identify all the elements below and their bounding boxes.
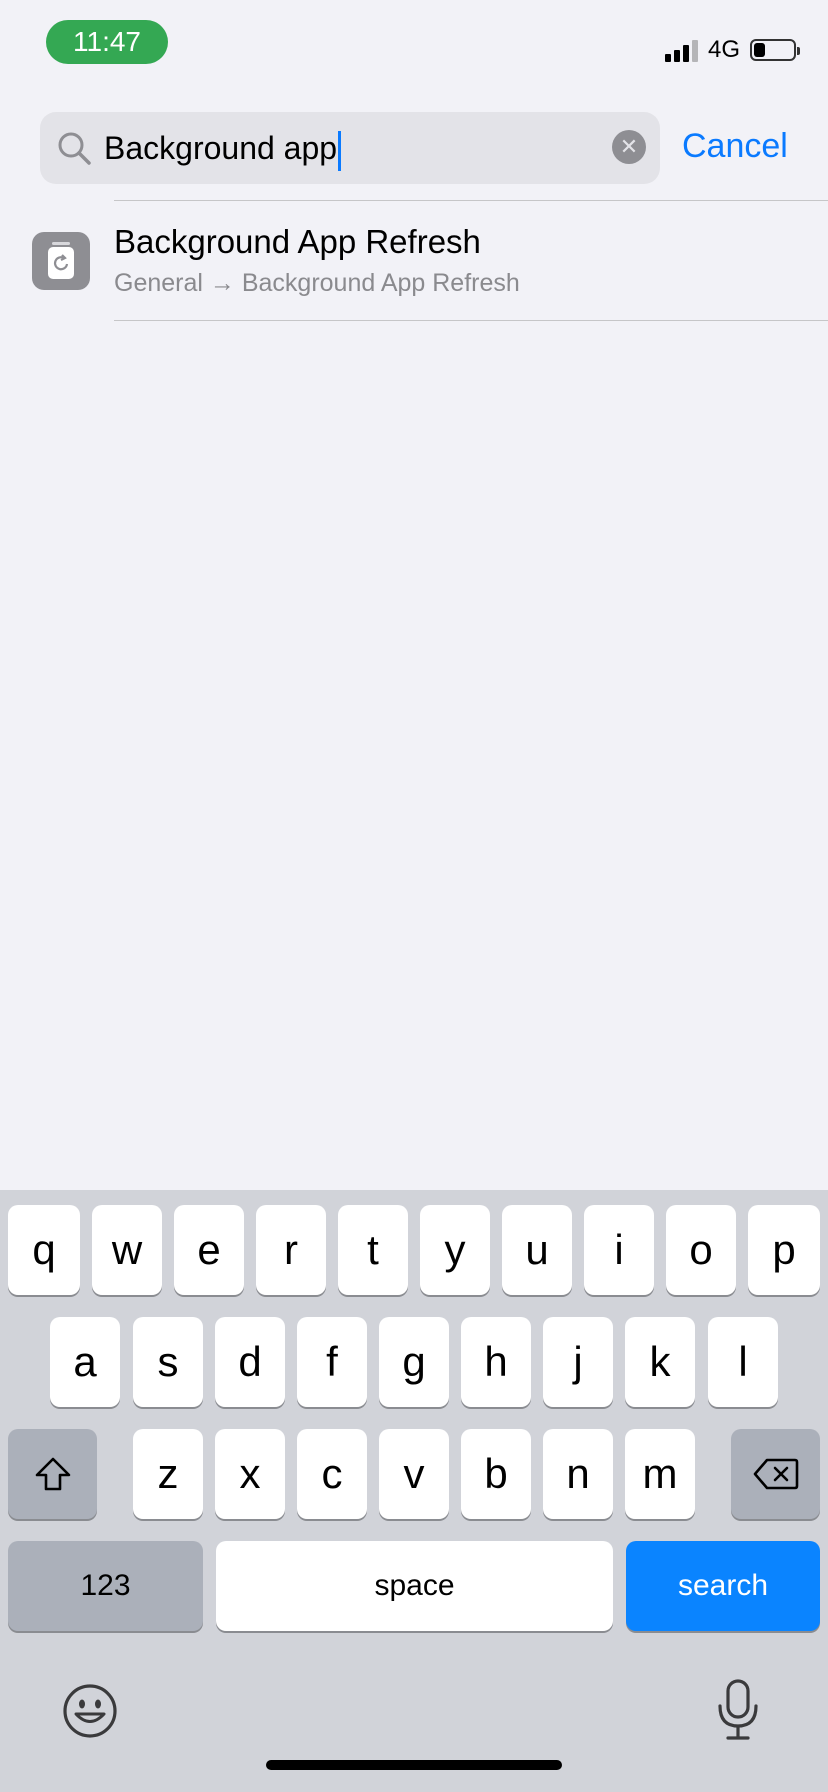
key-g[interactable]: g [379,1317,449,1407]
key-u[interactable]: u [502,1205,572,1295]
key-a[interactable]: a [50,1317,120,1407]
key-d[interactable]: d [215,1317,285,1407]
cancel-button[interactable]: Cancel [682,124,788,168]
key-j[interactable]: j [543,1317,613,1407]
key-x[interactable]: x [215,1429,285,1519]
key-c[interactable]: c [297,1429,367,1519]
clear-search-button[interactable]: ✕ [612,130,646,164]
key-e[interactable]: e [174,1205,244,1295]
key-z[interactable]: z [133,1429,203,1519]
text-cursor [338,130,342,171]
space-key[interactable]: space [216,1541,613,1631]
delete-key[interactable] [731,1429,820,1519]
key-m[interactable]: m [625,1429,695,1519]
search-icon [58,132,91,165]
key-q[interactable]: q [8,1205,80,1295]
key-l[interactable]: l [708,1317,778,1407]
key-w[interactable]: w [92,1205,162,1295]
key-y[interactable]: y [420,1205,490,1295]
search-result-item[interactable]: Background App Refresh General → Backgro… [0,201,828,320]
keyboard: q w e r t y u i o p a s d f g h j k l z … [0,1190,828,1792]
result-title: Background App Refresh [114,223,481,260]
result-path: General → Background App Refresh [114,269,520,297]
battery-icon [750,39,800,61]
key-v[interactable]: v [379,1429,449,1519]
network-type: 4G [707,36,740,63]
key-h[interactable]: h [461,1317,531,1407]
divider [114,320,828,321]
home-indicator[interactable] [266,1760,562,1770]
close-icon: ✕ [619,134,639,159]
key-t[interactable]: t [338,1205,408,1295]
status-time[interactable]: 11:47 [46,20,168,64]
key-p[interactable]: p [748,1205,820,1295]
shift-key[interactable] [8,1429,97,1519]
numbers-key[interactable]: 123 [8,1541,203,1631]
key-s[interactable]: s [133,1317,203,1407]
search-field[interactable]: Background app ✕ [40,112,660,184]
key-o[interactable]: o [666,1205,736,1295]
key-i[interactable]: i [584,1205,654,1295]
cellular-signal-icon [664,38,698,62]
settings-search-screen: 11:47 4G Background app ✕ Cancel Backgro… [0,0,828,1792]
shift-arrow-icon [35,1457,70,1491]
search-key[interactable]: search [626,1541,820,1631]
microphone-icon[interactable] [712,1678,764,1742]
key-n[interactable]: n [543,1429,613,1519]
search-input[interactable]: Background app [104,112,342,184]
backspace-icon [753,1458,798,1490]
key-k[interactable]: k [625,1317,695,1407]
key-f[interactable]: f [297,1317,367,1407]
background-app-refresh-icon [32,232,90,290]
key-b[interactable]: b [461,1429,531,1519]
status-indicators: 4G [664,36,800,64]
key-r[interactable]: r [256,1205,326,1295]
search-query: Background app [104,130,338,166]
emoji-icon[interactable] [62,1683,118,1739]
